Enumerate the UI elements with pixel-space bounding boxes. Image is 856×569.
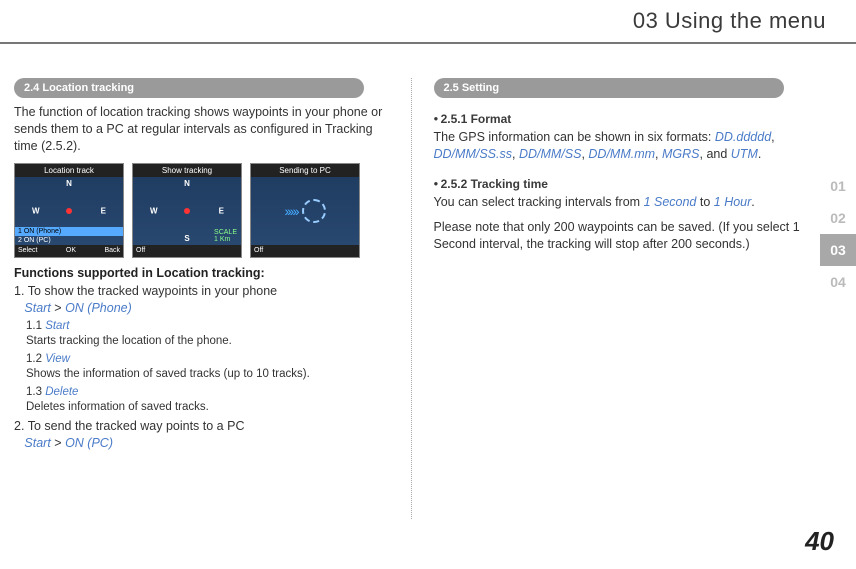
sub12-num: 1.2 bbox=[26, 353, 45, 365]
ss1-menu-item-1: 1 ON (Phone) bbox=[15, 227, 123, 236]
item1-text: To show the tracked waypoints in your ph… bbox=[28, 284, 277, 298]
ss2-scale-label: SCALE bbox=[214, 229, 237, 236]
ss2-title: Show tracking bbox=[133, 164, 241, 177]
to: to bbox=[696, 195, 713, 209]
interval-max: 1 Hour bbox=[714, 195, 752, 209]
c2: , bbox=[512, 147, 519, 161]
period1: . bbox=[758, 147, 761, 161]
item1-gt: > bbox=[51, 301, 65, 315]
tab-01[interactable]: 01 bbox=[820, 170, 856, 202]
sub13-link: Delete bbox=[45, 386, 78, 398]
heading-2-5-1: 2.5.1 Format bbox=[434, 112, 811, 126]
c4: , bbox=[655, 147, 662, 161]
sub11-num: 1.1 bbox=[26, 320, 45, 332]
sub13-desc: Deletes information of saved tracks. bbox=[26, 401, 209, 413]
section-header-2-4: 2.4 Location tracking bbox=[14, 78, 364, 98]
sub11-link: Start bbox=[45, 320, 69, 332]
sub12-desc: Shows the information of saved tracks (u… bbox=[26, 368, 310, 380]
c1: , bbox=[771, 130, 774, 144]
chapter-tabs: 01 02 03 04 bbox=[820, 170, 856, 298]
sub13-num: 1.3 bbox=[26, 386, 45, 398]
heading-2-5-2: 2.5.2 Tracking time bbox=[434, 177, 811, 191]
page-title: 03 Using the menu bbox=[633, 8, 826, 34]
item2-path-on-pc: ON (PC) bbox=[65, 436, 113, 450]
section-header-2-5: 2.5 Setting bbox=[434, 78, 784, 98]
content-area: 2.4 Location tracking The function of lo… bbox=[14, 78, 810, 519]
and: , and bbox=[700, 147, 731, 161]
item1-path-start: Start bbox=[24, 301, 50, 315]
format-text: The GPS information can be shown in six … bbox=[434, 129, 811, 163]
item2-path-start: Start bbox=[24, 436, 50, 450]
track-pre: You can select tracking intervals from bbox=[434, 195, 644, 209]
globe-icon bbox=[302, 199, 326, 223]
title-divider bbox=[0, 42, 856, 44]
item1-path-on-phone: ON (Phone) bbox=[65, 301, 132, 315]
ss1-menu: 1 ON (Phone) 2 ON (PC) bbox=[15, 227, 123, 245]
item1-number: 1. bbox=[14, 284, 24, 298]
ss3-title: Sending to PC bbox=[251, 164, 359, 177]
ss2-scale-value: 1 Km bbox=[214, 236, 230, 243]
sub-item-1-1: 1.1 Start Starts tracking the location o… bbox=[26, 319, 391, 349]
tab-02[interactable]: 02 bbox=[820, 202, 856, 234]
sub-item-1-2: 1.2 View Shows the information of saved … bbox=[26, 352, 391, 382]
tracking-time-text: You can select tracking intervals from 1… bbox=[434, 194, 811, 211]
screenshot-location-track: Location track NEW 1 ON (Phone) 2 ON (PC… bbox=[14, 163, 124, 258]
transfer-icon: ››››› bbox=[284, 203, 297, 219]
sub12-link: View bbox=[45, 353, 70, 365]
period2: . bbox=[751, 195, 754, 209]
format-4: DD/MM.mm bbox=[588, 147, 655, 161]
functions-heading: Functions supported in Location tracking… bbox=[14, 266, 391, 280]
tab-03[interactable]: 03 bbox=[820, 234, 856, 266]
screenshot-sending-to-pc: Sending to PC ››››› Off bbox=[250, 163, 360, 258]
ss1-softkey-center: OK bbox=[66, 247, 76, 254]
tracking-note: Please note that only 200 waypoints can … bbox=[434, 219, 811, 253]
sub-item-1-3: 1.3 Delete Deletes information of saved … bbox=[26, 385, 391, 415]
ss1-softkey-left: Select bbox=[18, 247, 37, 254]
list-item-2: 2. To send the tracked way points to a P… bbox=[14, 418, 391, 452]
ss1-title: Location track bbox=[15, 164, 123, 177]
screenshot-show-tracking: Show tracking NSEW SCALE1 Km Off bbox=[132, 163, 242, 258]
right-column: 2.5 Setting 2.5.1 Format The GPS informa… bbox=[412, 78, 811, 519]
ss3-softkey-left: Off bbox=[254, 247, 263, 254]
sub11-desc: Starts tracking the location of the phon… bbox=[26, 335, 232, 347]
item2-number: 2. bbox=[14, 419, 24, 433]
format-2: DD/MM/SS.ss bbox=[434, 147, 512, 161]
ss2-softkey-left: Off bbox=[136, 247, 145, 254]
format-6: UTM bbox=[731, 147, 758, 161]
left-column: 2.4 Location tracking The function of lo… bbox=[14, 78, 412, 519]
list-item-1: 1. To show the tracked waypoints in your… bbox=[14, 283, 391, 317]
format-1: DD.ddddd bbox=[715, 130, 771, 144]
intro-text: The function of location tracking shows … bbox=[14, 104, 391, 155]
tab-04[interactable]: 04 bbox=[820, 266, 856, 298]
ss1-menu-item-2: 2 ON (PC) bbox=[15, 236, 123, 245]
page-number: 40 bbox=[805, 526, 834, 557]
format-3: DD/MM/SS bbox=[519, 147, 582, 161]
ss1-softkey-right: Back bbox=[104, 247, 120, 254]
item2-text: To send the tracked way points to a PC bbox=[28, 419, 245, 433]
format-pre: The GPS information can be shown in six … bbox=[434, 130, 715, 144]
interval-min: 1 Second bbox=[644, 195, 697, 209]
item2-gt: > bbox=[51, 436, 65, 450]
screenshot-row: Location track NEW 1 ON (Phone) 2 ON (PC… bbox=[14, 163, 391, 258]
format-5: MGRS bbox=[662, 147, 700, 161]
